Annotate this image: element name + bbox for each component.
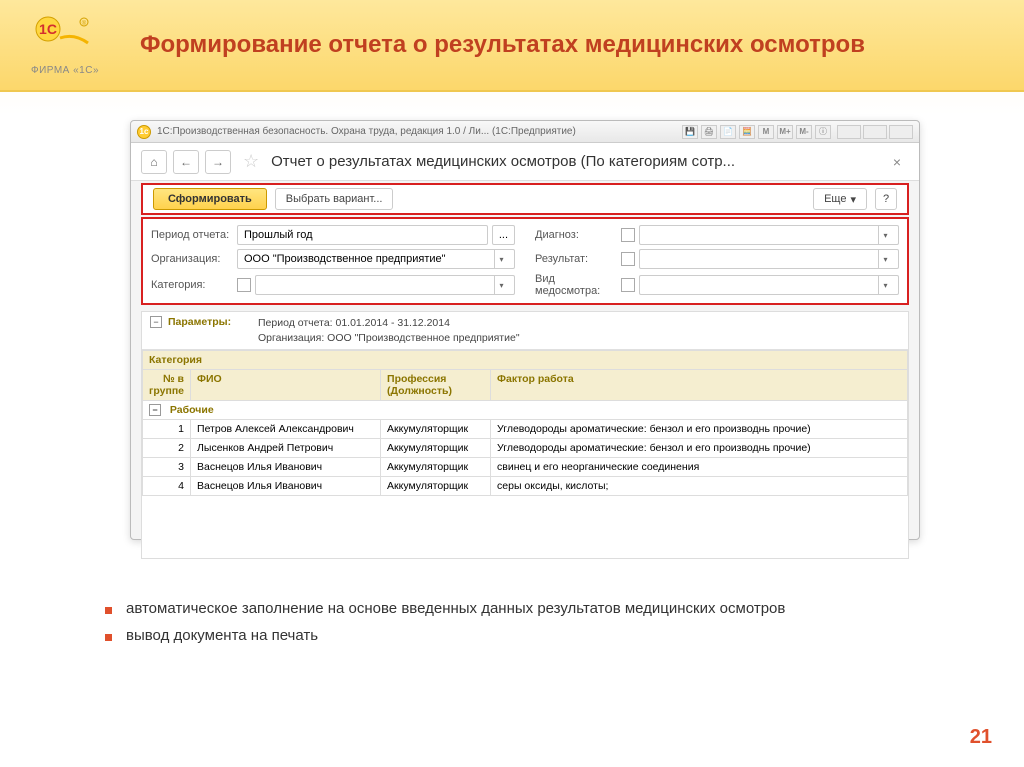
- slide-title: Формирование отчета о результатах медици…: [140, 31, 865, 60]
- page-number: 21: [970, 726, 992, 749]
- type-label: Вид медосмотра:: [535, 273, 617, 297]
- more-button[interactable]: Еще ▾: [813, 188, 867, 210]
- tool-m[interactable]: M: [758, 125, 774, 139]
- col-factor: Фактор работа: [491, 370, 908, 401]
- svg-text:®: ®: [82, 20, 87, 27]
- params-label: Параметры:: [168, 316, 258, 345]
- params-text: Период отчета: 01.01.2014 - 31.12.2014 О…: [258, 316, 520, 345]
- slide-header: 1C ® ФИРМА «1С» Формирование отчета о ре…: [0, 0, 1024, 92]
- app-window: 1c 1С:Производственная безопасность. Охр…: [130, 120, 920, 540]
- more-label: Еще: [824, 193, 846, 205]
- close-button[interactable]: [889, 125, 913, 139]
- col-prof: Профессия (Должность): [381, 370, 491, 401]
- category-checkbox[interactable]: [237, 278, 251, 292]
- period-picker-button[interactable]: ...: [492, 225, 515, 245]
- filters-panel: Период отчета: Прошлый год ... Диагноз: …: [141, 217, 909, 305]
- table-row: 3Васнецов Илья ИвановичАккумуляторщиксви…: [143, 458, 908, 477]
- back-button[interactable]: ←: [173, 150, 199, 174]
- help-button[interactable]: ?: [875, 188, 897, 210]
- org-input[interactable]: ООО "Производственное предприятие" ▾: [237, 249, 515, 269]
- nav-row: ⌂ ← → ☆ Отчет о результатах медицинских …: [131, 143, 919, 181]
- chevron-down-icon: ▾: [878, 225, 892, 245]
- category-header: Категория: [143, 351, 908, 370]
- logo-badge: 1C ®: [34, 15, 96, 61]
- bullet-icon: [105, 607, 112, 614]
- bullet-text: автоматическое заполнение на основе введ…: [126, 600, 785, 617]
- table-row: 1Петров Алексей АлександровичАккумулятор…: [143, 420, 908, 439]
- chevron-down-icon: ▾: [878, 249, 892, 269]
- period-value: Прошлый год: [244, 229, 313, 241]
- generate-button[interactable]: Сформировать: [153, 188, 267, 210]
- tool-save-icon[interactable]: 💾: [682, 125, 698, 139]
- tool-calc-icon[interactable]: 🧮: [739, 125, 755, 139]
- svg-text:1C: 1C: [39, 21, 57, 37]
- report-body: − Параметры: Период отчета: 01.01.2014 -…: [141, 311, 909, 559]
- titlebar-text: 1С:Производственная безопасность. Охрана…: [157, 126, 682, 137]
- group-name: Рабочие: [170, 404, 214, 416]
- type-input[interactable]: ▾: [639, 275, 899, 295]
- bullet-list: автоматическое заполнение на основе введ…: [105, 600, 785, 654]
- diag-checkbox[interactable]: [621, 228, 635, 242]
- titlebar: 1c 1С:Производственная безопасность. Охр…: [131, 121, 919, 143]
- favorite-icon[interactable]: ☆: [243, 151, 259, 172]
- col-fio: ФИО: [191, 370, 381, 401]
- table-row: 2Лысенков Андрей ПетровичАккумуляторщикУ…: [143, 439, 908, 458]
- chevron-down-icon: ▾: [878, 275, 892, 295]
- bullet-icon: [105, 634, 112, 641]
- tool-doc-icon[interactable]: 📄: [720, 125, 736, 139]
- period-label: Период отчета:: [151, 229, 233, 241]
- org-label: Организация:: [151, 253, 233, 265]
- home-button[interactable]: ⌂: [141, 150, 167, 174]
- result-checkbox[interactable]: [621, 252, 635, 266]
- variant-button[interactable]: Выбрать вариант...: [275, 188, 394, 210]
- logo: 1C ® ФИРМА «1С»: [20, 15, 110, 76]
- list-item: автоматическое заполнение на основе введ…: [105, 600, 785, 617]
- tool-mminus[interactable]: M-: [796, 125, 812, 139]
- logo-caption: ФИРМА «1С»: [31, 65, 99, 76]
- form-title: Отчет о результатах медицинских осмотров…: [271, 153, 879, 170]
- category-label: Категория:: [151, 279, 233, 291]
- titlebar-tools: 💾 🖨 📄 🧮 M M+ M- ⓘ: [682, 125, 831, 139]
- result-label: Результат:: [535, 253, 617, 265]
- chevron-down-icon: ▾: [850, 193, 856, 206]
- bullet-text: вывод документа на печать: [126, 627, 318, 644]
- collapse-icon[interactable]: −: [150, 316, 162, 328]
- result-input[interactable]: ▾: [639, 249, 899, 269]
- forward-button[interactable]: →: [205, 150, 231, 174]
- type-checkbox[interactable]: [621, 278, 635, 292]
- chevron-down-icon: ▾: [494, 275, 508, 295]
- maximize-button[interactable]: [863, 125, 887, 139]
- report-table: Категория № в группе ФИО Профессия (Долж…: [142, 350, 908, 496]
- chevron-down-icon: ▾: [494, 249, 508, 269]
- app-icon: 1c: [137, 125, 151, 139]
- tool-info-icon[interactable]: ⓘ: [815, 125, 831, 139]
- minimize-button[interactable]: [837, 125, 861, 139]
- tool-print-icon[interactable]: 🖨: [701, 125, 717, 139]
- table-row: 4Васнецов Илья ИвановичАккумуляторщиксер…: [143, 477, 908, 496]
- list-item: вывод документа на печать: [105, 627, 785, 644]
- col-num: № в группе: [143, 370, 191, 401]
- diag-input[interactable]: ▾: [639, 225, 899, 245]
- org-value: ООО "Производственное предприятие": [244, 253, 446, 265]
- tool-mplus[interactable]: M+: [777, 125, 793, 139]
- close-tab-icon[interactable]: ×: [885, 154, 909, 170]
- collapse-icon[interactable]: −: [149, 404, 161, 416]
- params-line1: Период отчета: 01.01.2014 - 31.12.2014: [258, 316, 520, 331]
- category-input[interactable]: ▾: [255, 275, 515, 295]
- toolbar: Сформировать Выбрать вариант... Еще ▾ ?: [141, 183, 909, 215]
- params-section: − Параметры: Период отчета: 01.01.2014 -…: [142, 312, 908, 350]
- period-input[interactable]: Прошлый год: [237, 225, 488, 245]
- diag-label: Диагноз:: [535, 229, 617, 241]
- params-line2: Организация: ООО "Производственное предп…: [258, 331, 520, 346]
